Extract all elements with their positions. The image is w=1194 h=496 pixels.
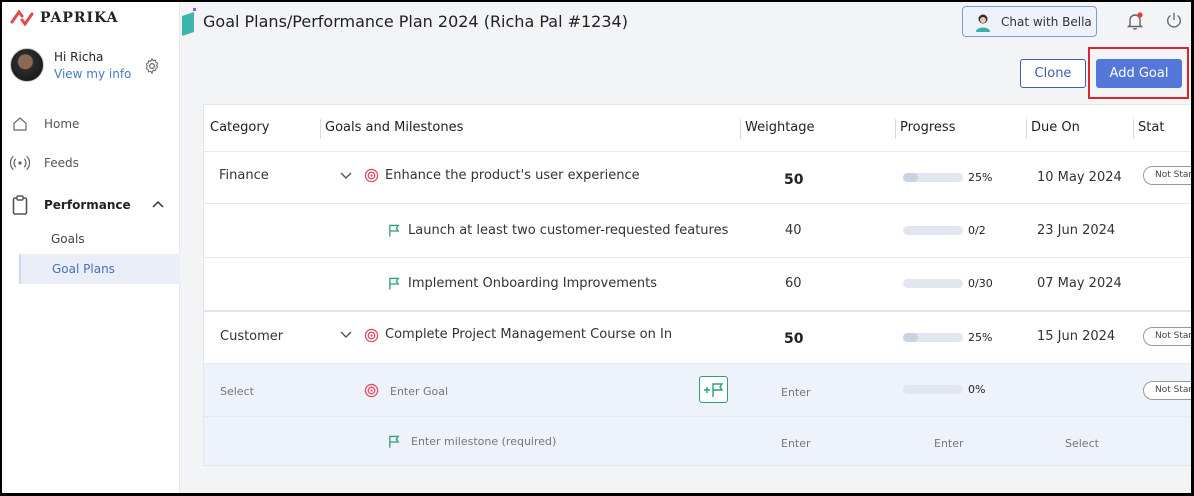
- sidebar-item-goal-plans[interactable]: Goal Plans: [19, 254, 180, 284]
- progress-bar: [903, 279, 963, 288]
- column-divider: [320, 119, 321, 139]
- progress-bar: [903, 173, 963, 182]
- view-my-info-link[interactable]: View my info: [54, 67, 131, 81]
- column-header-category[interactable]: Category: [210, 120, 269, 135]
- target-icon: [364, 168, 379, 183]
- clone-button[interactable]: Clone: [1020, 59, 1086, 88]
- broadcast-icon: [10, 153, 30, 173]
- user-greeting: Hi Richa: [54, 49, 104, 64]
- sidebar: PAPRIKA Hi Richa View my info Home Feeds: [2, 2, 180, 493]
- progress-bar: [903, 333, 963, 342]
- weightage-value: 50: [784, 331, 804, 347]
- target-icon: [364, 383, 379, 398]
- goal-title[interactable]: Complete Project Management Course on In: [385, 327, 672, 342]
- brand-name: PAPRIKA: [40, 10, 119, 26]
- milestone-title[interactable]: Implement Onboarding Improvements: [408, 276, 657, 291]
- flag-icon: [389, 435, 400, 448]
- progress-label: 25%: [968, 171, 993, 184]
- due-date: 23 Jun 2024: [1037, 223, 1116, 238]
- column-header-status[interactable]: Stat: [1138, 120, 1164, 135]
- milestone-title[interactable]: Launch at least two customer-requested f…: [408, 223, 728, 238]
- due-date: 10 May 2024: [1037, 170, 1122, 185]
- row-divider: [204, 310, 1191, 312]
- column-header-progress[interactable]: Progress: [900, 120, 955, 135]
- chevron-down-icon[interactable]: [340, 331, 352, 339]
- category-cell[interactable]: Customer: [220, 329, 283, 344]
- due-date: 07 May 2024: [1037, 276, 1122, 291]
- power-icon[interactable]: [1165, 11, 1183, 29]
- sidebar-item-label: Performance: [44, 198, 131, 212]
- bella-avatar-icon: [976, 14, 990, 32]
- progress-label: 0%: [968, 383, 986, 396]
- progress-label: 25%: [968, 331, 993, 344]
- column-header-goals[interactable]: Goals and Milestones: [325, 120, 463, 135]
- avatar[interactable]: [10, 48, 44, 82]
- column-header-weightage[interactable]: Weightage: [745, 120, 815, 135]
- chat-with-bella-label: Chat with Bella: [1001, 14, 1092, 29]
- sidebar-item-label: Goal Plans: [52, 262, 115, 276]
- chevron-up-icon[interactable]: [152, 200, 164, 208]
- column-divider: [895, 119, 896, 139]
- page-title: Goal Plans/Performance Plan 2024 (Richa …: [203, 12, 628, 31]
- chevron-down-icon[interactable]: [340, 172, 352, 180]
- progress-fill: [903, 173, 918, 182]
- row-divider: [204, 363, 1191, 364]
- gear-icon[interactable]: [143, 57, 161, 75]
- weightage-value: 40: [785, 223, 802, 238]
- sidebar-item-performance[interactable]: Performance: [10, 195, 131, 215]
- chat-with-bella-button[interactable]: Chat with Bella: [962, 6, 1097, 37]
- row-divider: [204, 151, 1191, 152]
- progress-bar: [903, 226, 963, 235]
- status-badge[interactable]: Not Started: [1143, 381, 1191, 400]
- column-divider: [740, 119, 741, 139]
- category-cell[interactable]: Finance: [219, 168, 269, 183]
- weightage-value: 50: [784, 172, 804, 188]
- column-header-due-on[interactable]: Due On: [1031, 120, 1080, 135]
- sidebar-item-goals[interactable]: Goals: [51, 232, 85, 246]
- target-icon: [364, 328, 379, 343]
- column-divider: [1133, 119, 1134, 139]
- row-divider: [204, 257, 1191, 258]
- goal-input[interactable]: Enter Goal: [390, 385, 448, 398]
- progress-input[interactable]: Enter: [934, 437, 964, 450]
- progress-fill: [903, 333, 918, 342]
- sidebar-item-home[interactable]: Home: [10, 114, 79, 134]
- row-divider: [204, 203, 1191, 204]
- progress-label: 0/30: [968, 277, 993, 290]
- sidebar-item-label: Home: [44, 117, 80, 131]
- status-badge[interactable]: Not Started: [1143, 166, 1191, 185]
- weightage-value: 60: [785, 276, 802, 291]
- progress-label: 0/2: [968, 224, 986, 237]
- goals-table: Category Goals and Milestones Weightage …: [203, 104, 1191, 466]
- paprika-logo-icon: [10, 9, 34, 27]
- weightage-input[interactable]: Enter: [781, 386, 811, 399]
- milestone-input[interactable]: Enter milestone (required): [411, 435, 556, 448]
- clipboard-icon: [10, 195, 30, 215]
- sidebar-item-label: Feeds: [44, 156, 79, 170]
- add-flag-icon: [703, 382, 723, 397]
- new-goal-form: [204, 363, 1191, 465]
- add-goal-highlight: Add Goal: [1088, 47, 1189, 99]
- category-select[interactable]: Select: [220, 385, 254, 398]
- user-profile: Hi Richa View my info: [10, 48, 131, 82]
- due-date: 15 Jun 2024: [1037, 329, 1116, 344]
- goal-title[interactable]: Enhance the product's user experience: [385, 168, 640, 183]
- add-milestone-button[interactable]: [699, 376, 728, 403]
- row-divider: [204, 416, 1191, 417]
- progress-bar: [903, 385, 963, 394]
- status-badge[interactable]: Not Started: [1143, 327, 1191, 346]
- bell-icon[interactable]: [1125, 11, 1145, 31]
- flag-icon: [389, 277, 400, 290]
- add-goal-button[interactable]: Add Goal: [1096, 59, 1182, 88]
- due-date-select[interactable]: Select: [1065, 437, 1099, 450]
- column-divider: [1026, 119, 1027, 139]
- bookmark-icon: [182, 8, 196, 36]
- brand-logo[interactable]: PAPRIKA: [10, 8, 119, 28]
- home-icon: [10, 114, 30, 134]
- flag-icon: [389, 224, 400, 237]
- app-frame: PAPRIKA Hi Richa View my info Home Feeds: [2, 2, 1191, 493]
- sidebar-item-feeds[interactable]: Feeds: [10, 153, 79, 173]
- weightage-input[interactable]: Enter: [781, 437, 811, 450]
